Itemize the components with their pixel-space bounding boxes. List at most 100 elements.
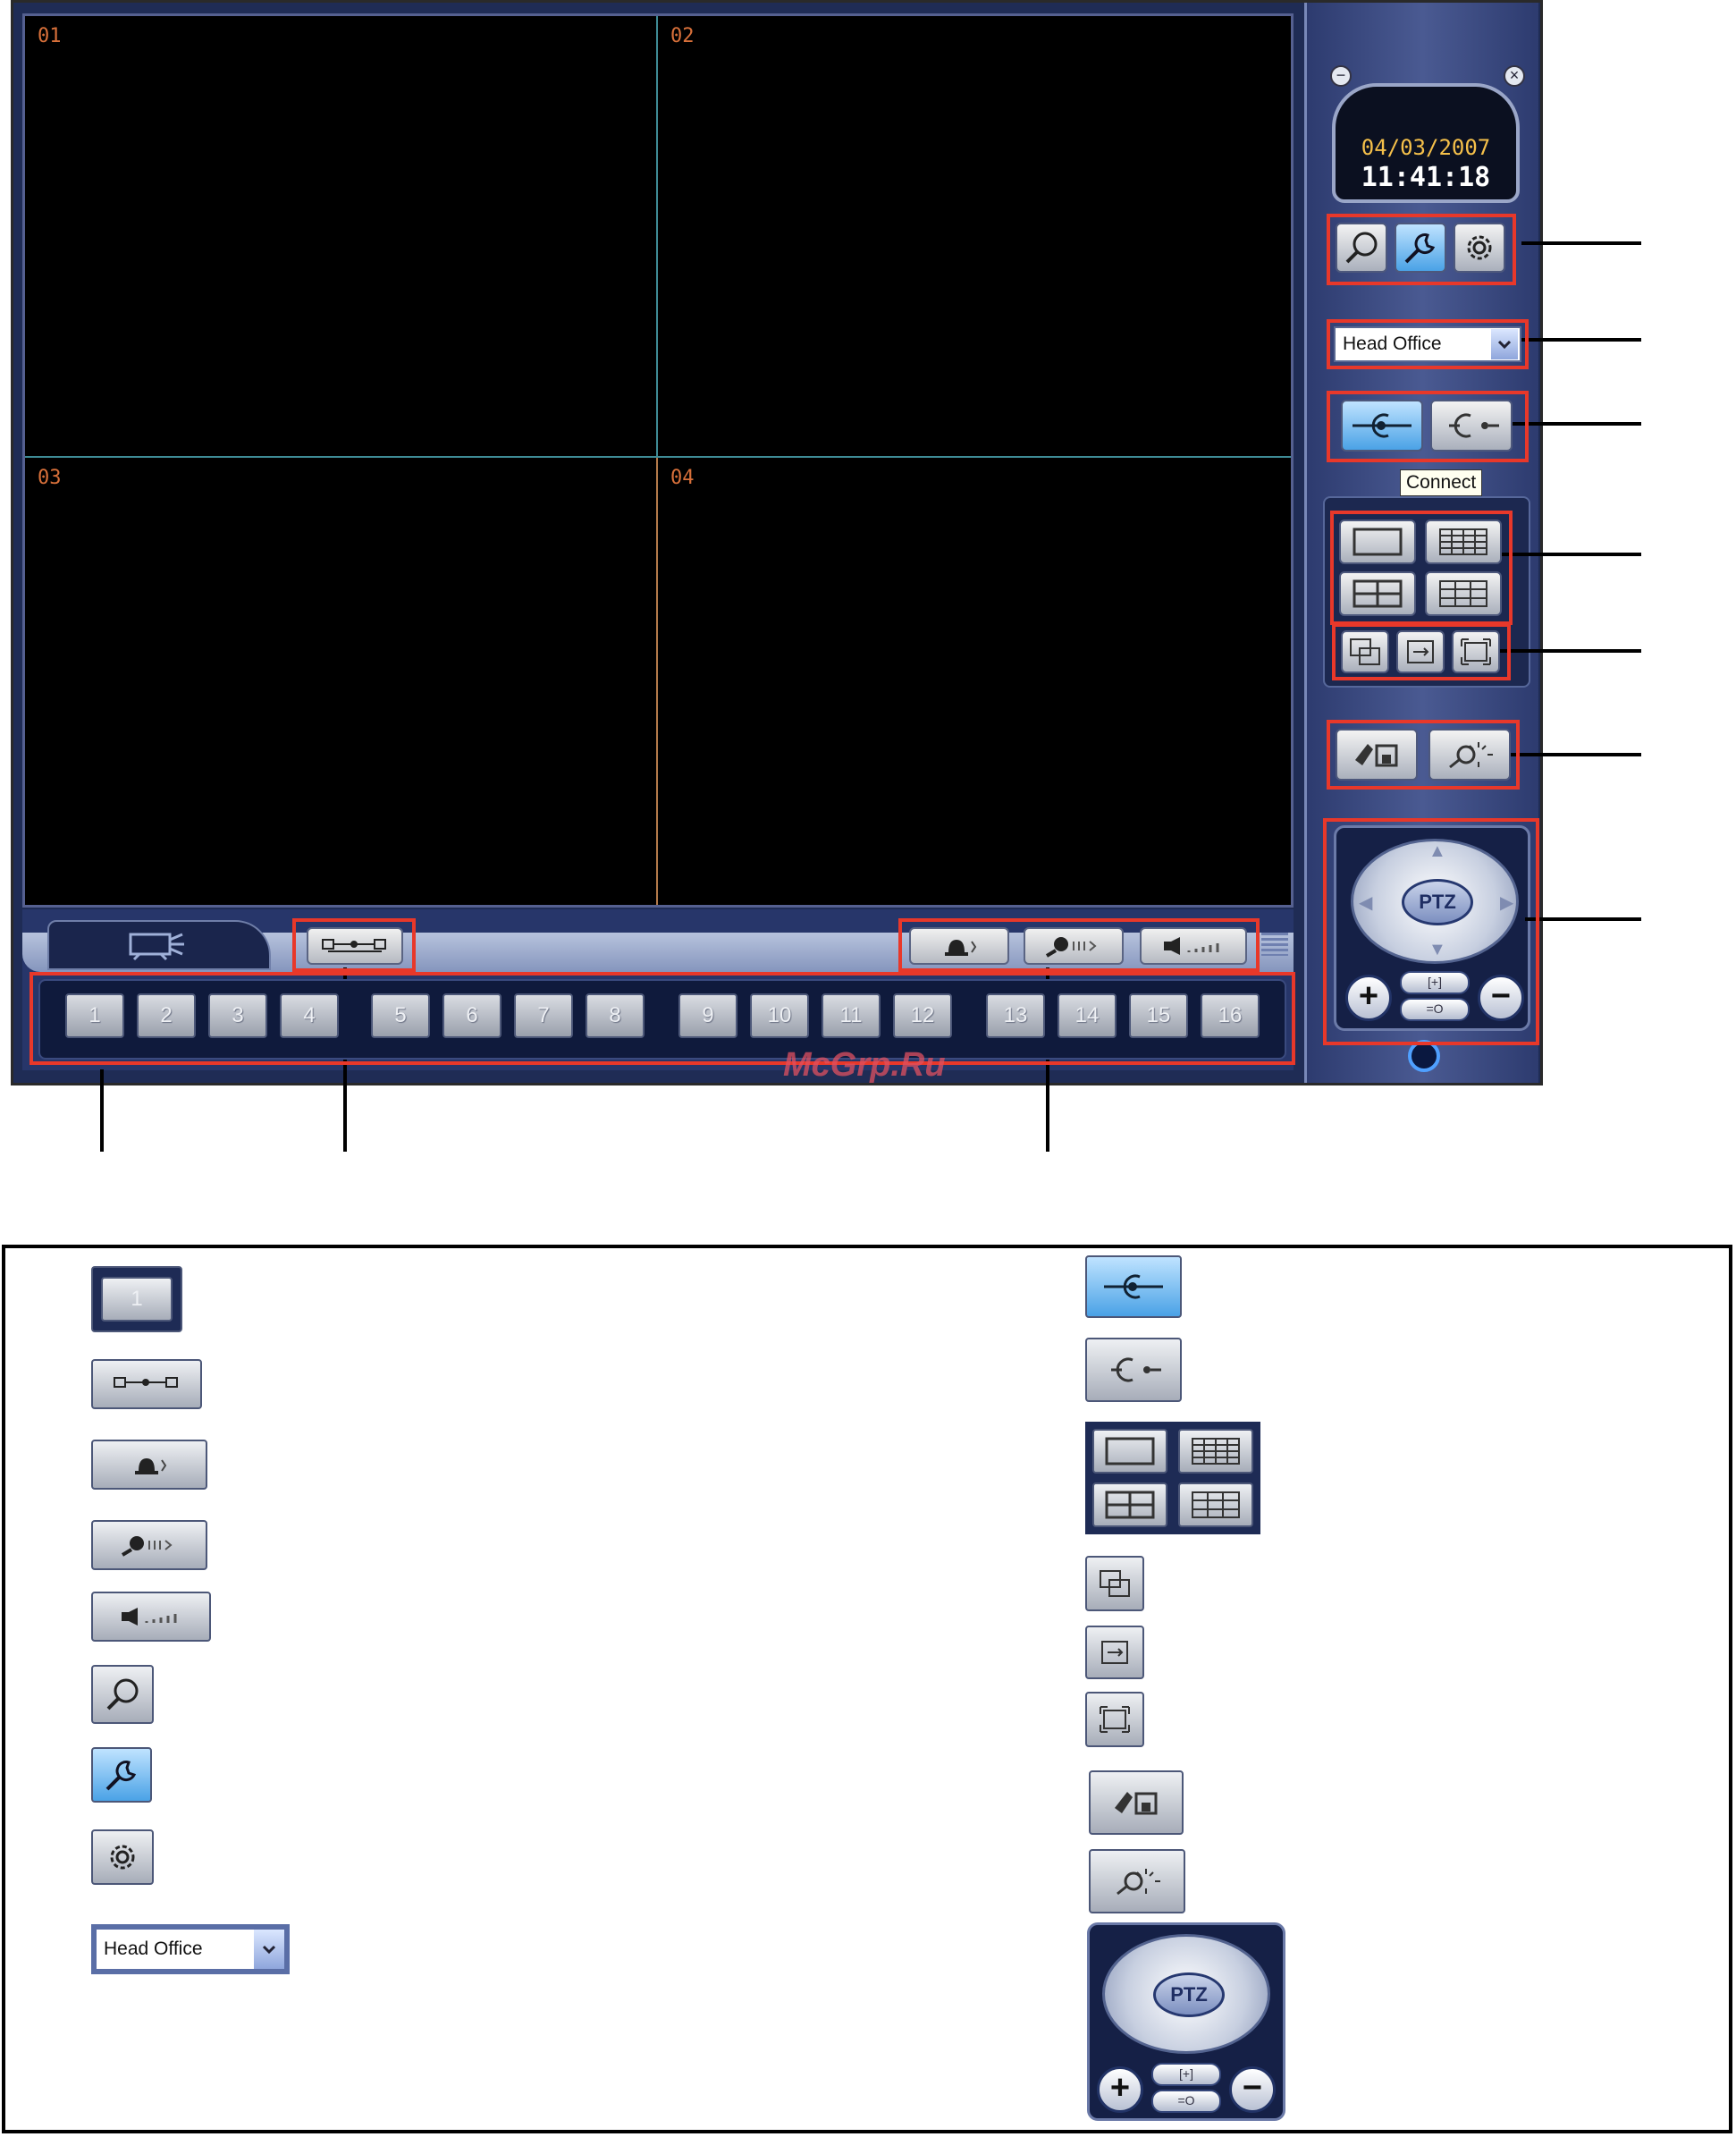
layout-2x2-button[interactable]	[1339, 571, 1416, 616]
zoom-out-button[interactable]: −	[1478, 975, 1524, 1021]
video-cell-label: 02	[670, 25, 695, 47]
video-cell-label: 04	[670, 467, 695, 489]
close-button[interactable]: ×	[1504, 65, 1525, 87]
image-adjust-icon	[1449, 742, 1493, 769]
channel-button-5[interactable]: 5	[371, 993, 430, 1038]
channel-button-9[interactable]: 9	[678, 993, 737, 1038]
layout-quad-icon	[1092, 1482, 1167, 1527]
power-icon[interactable]	[1408, 1040, 1440, 1072]
legend-microphone-button	[91, 1520, 207, 1570]
layout-3x3-button[interactable]	[1425, 571, 1502, 616]
channel-button-14[interactable]: 14	[1058, 993, 1117, 1038]
connect-button[interactable]	[1341, 400, 1423, 452]
channel-button-1[interactable]: 1	[65, 993, 124, 1038]
tools-button[interactable]	[1395, 223, 1446, 273]
legend-layout-buttons	[1085, 1422, 1260, 1534]
zoom-in-button[interactable]: +	[1345, 975, 1392, 1021]
disconnect-button[interactable]	[1430, 400, 1513, 452]
channel-button-12[interactable]: 12	[893, 993, 952, 1038]
layout-single-icon	[1092, 1429, 1167, 1474]
callout-line	[1525, 917, 1641, 921]
arrow-left-icon[interactable]: ◀	[1359, 891, 1372, 914]
alarm-icon	[945, 940, 977, 956]
image-adjust-button[interactable]	[1428, 729, 1511, 781]
search-icon	[1345, 232, 1378, 264]
fit-screen-button[interactable]	[1396, 630, 1445, 673]
legend-ptz-center: PTZ	[1153, 1972, 1225, 2017]
channel-button-11[interactable]: 11	[822, 993, 881, 1038]
video-grid: 01 02 03 04	[22, 13, 1294, 908]
pip-button[interactable]	[1341, 630, 1389, 673]
layout-9-icon	[1439, 580, 1487, 607]
dvr-viewer-window: 01 02 03 04 1 2 3 4 5 6 7 8 9 10 11 12 1…	[11, 0, 1543, 1085]
search-icon	[106, 1678, 139, 1710]
arrow-down-icon[interactable]: ▼	[1428, 940, 1446, 960]
layout-single-icon	[1353, 528, 1403, 556]
layout-16-icon	[1178, 1429, 1253, 1474]
video-cell-3[interactable]: 03	[25, 458, 658, 905]
camera-tab[interactable]	[47, 920, 271, 970]
ptz-control: ▲ ▼ ◀ ▶ PTZ + [+] =O −	[1334, 825, 1530, 1031]
video-cell-4[interactable]: 04	[658, 458, 1291, 905]
channel-button-6[interactable]: 6	[442, 993, 501, 1038]
layout-4x4-button[interactable]	[1425, 519, 1502, 564]
legend-channel-label: 1	[101, 1277, 173, 1322]
tools-icon	[105, 1761, 137, 1791]
channel-button-13[interactable]: 13	[986, 993, 1045, 1038]
focus-button[interactable]: [+]	[1400, 971, 1470, 994]
fullscreen-icon	[1461, 638, 1491, 665]
sequence-icon	[322, 939, 386, 952]
site-select[interactable]: Head Office	[1334, 326, 1521, 362]
legend-site-select: Head Office	[91, 1924, 290, 1974]
ptz-center-button[interactable]: PTZ	[1402, 879, 1473, 925]
channel-button-15[interactable]: 15	[1129, 993, 1188, 1038]
channel-button-4[interactable]: 4	[280, 993, 339, 1038]
arrow-right-icon[interactable]: ▶	[1500, 891, 1513, 914]
layout-quad-icon	[1353, 579, 1403, 608]
speaker-button[interactable]	[1140, 927, 1247, 965]
layout-1x1-button[interactable]	[1339, 519, 1416, 564]
gear-icon	[110, 1845, 135, 1870]
full-screen-button[interactable]	[1452, 630, 1500, 673]
minimize-button[interactable]: −	[1330, 65, 1352, 87]
microphone-icon	[121, 1536, 173, 1557]
tools-icon	[1404, 233, 1436, 264]
watermark: McGrp.Ru	[783, 1046, 946, 1084]
legend-alarm-button	[91, 1440, 207, 1490]
video-cell-1[interactable]: 01	[25, 16, 658, 458]
channel-button-8[interactable]: 8	[586, 993, 645, 1038]
clock-date: 04/03/2007	[1361, 135, 1491, 160]
zoom-out-icon: −	[1229, 2066, 1276, 2113]
pip-icon	[1100, 1570, 1130, 1597]
video-cell-2[interactable]: 02	[658, 16, 1291, 458]
channel-button-7[interactable]: 7	[514, 993, 573, 1038]
disconnect-icon	[1111, 1357, 1161, 1382]
legend-save-button	[1089, 1770, 1184, 1835]
legend-disconnect-button	[1085, 1338, 1182, 1402]
video-cell-label: 01	[38, 25, 62, 47]
channel-button-16[interactable]: 16	[1201, 993, 1260, 1038]
save-button[interactable]	[1336, 729, 1418, 781]
layout-9-icon	[1178, 1482, 1253, 1527]
channel-button-3[interactable]: 3	[208, 993, 267, 1038]
search-button[interactable]	[1336, 223, 1387, 273]
legend-settings-button	[91, 1829, 154, 1885]
clock-time: 11:41:18	[1361, 162, 1491, 193]
arrow-up-icon[interactable]: ▲	[1428, 841, 1446, 862]
speaker-icon	[1164, 937, 1219, 955]
callout-line	[1521, 241, 1641, 245]
alarm-button[interactable]	[909, 927, 1009, 965]
legend-tools-button	[91, 1747, 152, 1803]
clock-display: 04/03/2007 11:41:18	[1332, 83, 1520, 203]
sequence-button[interactable]	[307, 927, 403, 965]
channel-button-2[interactable]: 2	[137, 993, 196, 1038]
alarm-icon	[135, 1458, 167, 1474]
microphone-icon	[1045, 937, 1097, 958]
ptz-direction-ring[interactable]: ▲ ▼ ◀ ▶ PTZ	[1351, 839, 1519, 964]
ptz-direction-ring: PTZ	[1102, 1934, 1270, 2054]
iris-button[interactable]: =O	[1400, 998, 1470, 1021]
channel-button-10[interactable]: 10	[750, 993, 809, 1038]
microphone-button[interactable]	[1024, 927, 1124, 965]
settings-button[interactable]	[1454, 223, 1505, 273]
camera-icon	[129, 933, 184, 961]
